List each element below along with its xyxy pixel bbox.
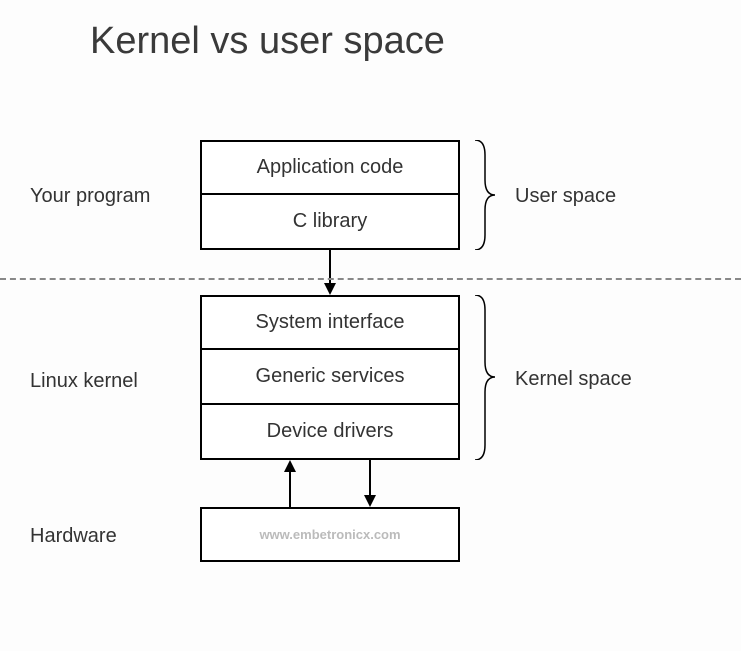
box-system-interface: System interface <box>200 295 460 350</box>
box-label: System interface <box>256 311 405 334</box>
arrow-hardware-down-line <box>369 460 371 496</box>
box-label: Device drivers <box>267 420 394 443</box>
label-user-space: User space <box>515 185 616 208</box>
arrow-hardware-down-head <box>364 495 376 507</box>
box-label: Application code <box>257 156 404 179</box>
box-application-code: Application code <box>200 140 460 195</box>
label-hardware: Hardware <box>30 525 117 548</box>
box-label: Generic services <box>256 365 405 388</box>
arrow-hardware-up-head <box>284 460 296 472</box>
box-hardware: www.embetronicx.com <box>200 507 460 562</box>
watermark-text: www.embetronicx.com <box>259 527 400 542</box>
arrow-user-to-kernel-head <box>324 283 336 295</box>
box-generic-services: Generic services <box>200 350 460 405</box>
diagram-title: Kernel vs user space <box>90 20 445 63</box>
brace-user-space <box>470 140 500 250</box>
divider-line <box>0 278 741 280</box>
label-your-program: Your program <box>30 185 150 208</box>
arrow-hardware-up-line <box>289 471 291 507</box>
box-c-library: C library <box>200 195 460 250</box>
label-kernel-space: Kernel space <box>515 368 632 391</box>
brace-kernel-space <box>470 295 500 460</box>
label-linux-kernel: Linux kernel <box>30 370 138 393</box>
box-device-drivers: Device drivers <box>200 405 460 460</box>
box-label: C library <box>293 210 367 233</box>
